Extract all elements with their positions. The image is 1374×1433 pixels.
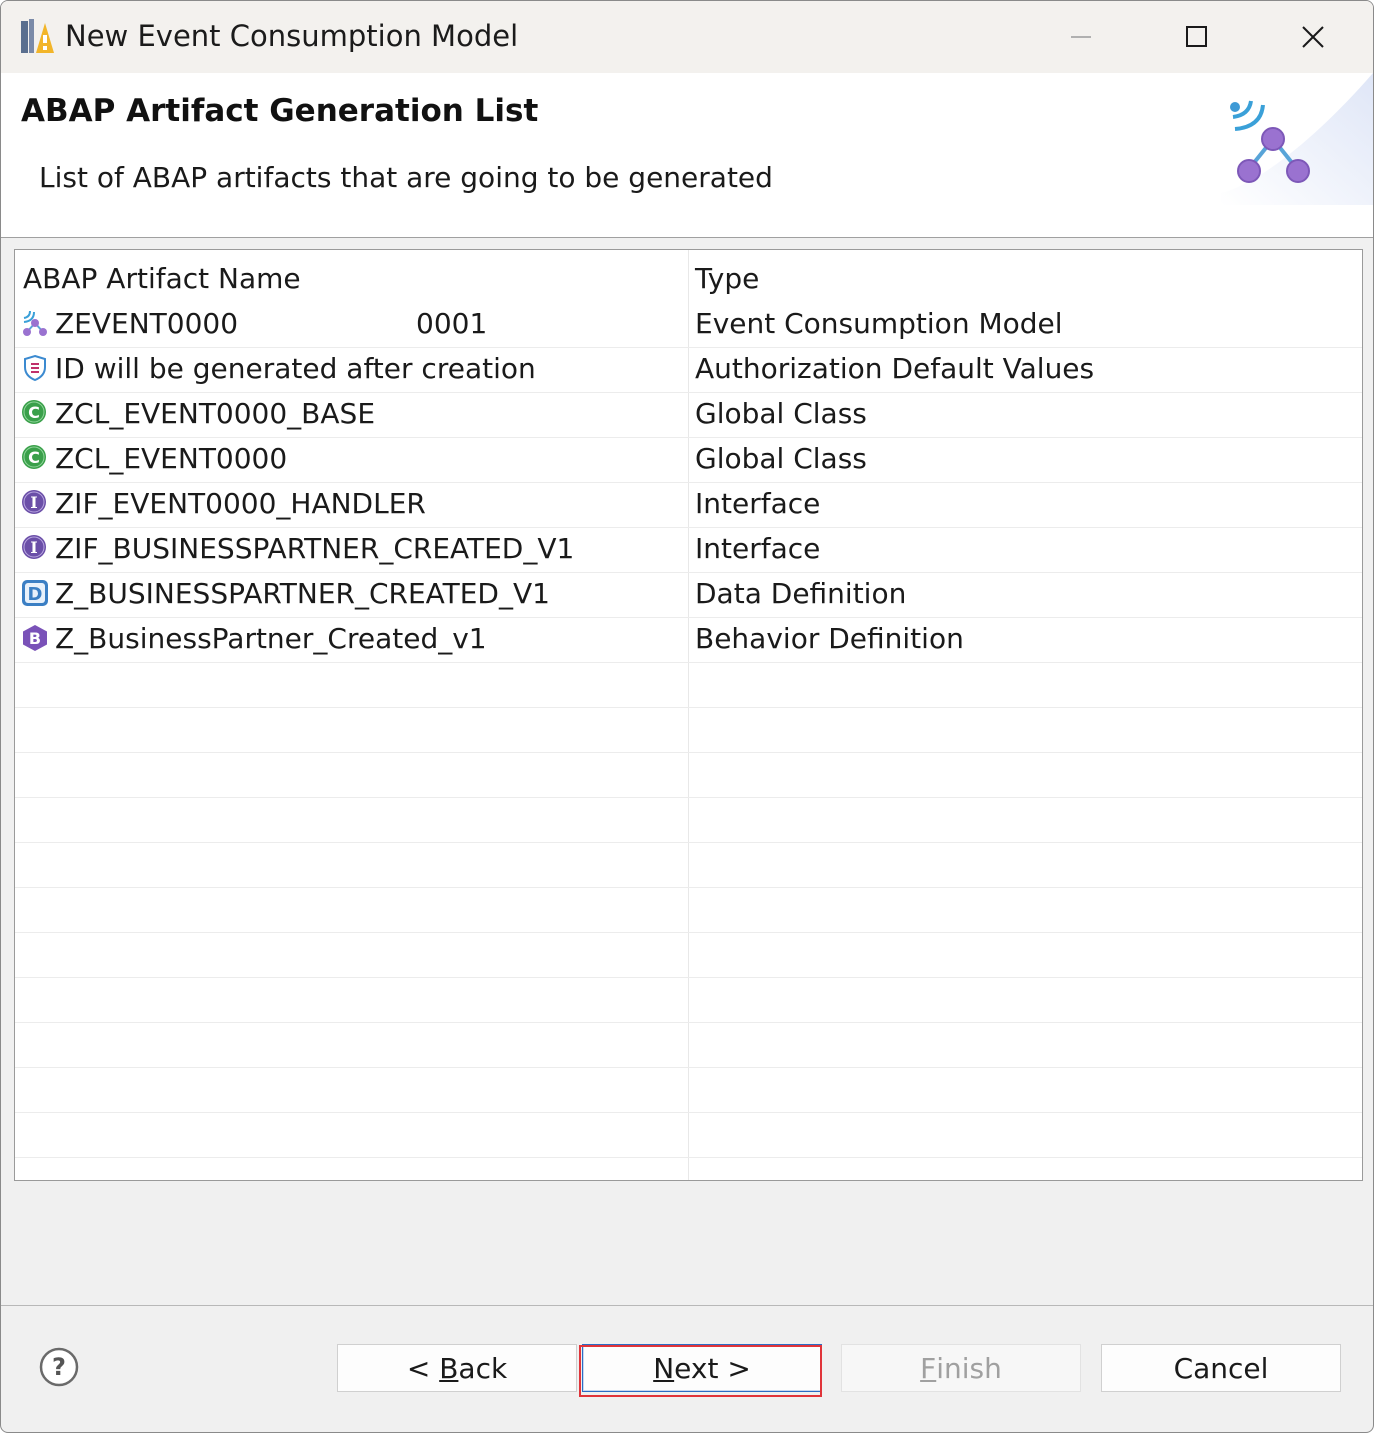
artifact-type: Authorization Default Values bbox=[695, 352, 1095, 385]
next-button-mnemonic: N bbox=[653, 1351, 675, 1385]
empty-row bbox=[15, 887, 1362, 933]
cancel-button[interactable]: Cancel bbox=[1101, 1344, 1341, 1392]
next-button-label: ext > bbox=[674, 1351, 751, 1385]
artifact-name: ZIF_EVENT0000_HANDLER bbox=[55, 487, 426, 520]
finish-button-label: inish bbox=[936, 1351, 1002, 1385]
back-button[interactable]: < Back bbox=[337, 1344, 577, 1392]
table-row[interactable]: C ZCL_EVENT0000_BASE Global Class bbox=[15, 392, 1362, 438]
svg-text:D: D bbox=[28, 584, 43, 605]
artifact-type: Global Class bbox=[695, 397, 867, 430]
event-network-icon bbox=[1221, 73, 1373, 205]
back-button-mnemonic: B bbox=[439, 1351, 459, 1385]
maximize-icon bbox=[1186, 26, 1207, 47]
empty-row bbox=[15, 797, 1362, 843]
artifact-type: Interface bbox=[695, 487, 821, 520]
interface-icon: I bbox=[22, 490, 46, 514]
empty-row bbox=[15, 1067, 1362, 1113]
minimize-button[interactable] bbox=[1023, 1, 1139, 73]
wizard-header: ABAP Artifact Generation List List of AB… bbox=[1, 73, 1373, 238]
column-header-name[interactable]: ABAP Artifact Name bbox=[23, 262, 301, 295]
artifact-name: ZEVENT0000 0001 bbox=[55, 307, 488, 340]
empty-row bbox=[15, 932, 1362, 978]
global-class-icon: C bbox=[22, 400, 46, 424]
empty-row bbox=[15, 752, 1362, 798]
svg-text:?: ? bbox=[52, 1353, 66, 1381]
page-description: List of ABAP artifacts that are going to… bbox=[39, 161, 773, 194]
artifact-table: ABAP Artifact Name Type ZEVENT0000 0001 … bbox=[14, 249, 1363, 1181]
eclipse-abap-icon bbox=[21, 19, 54, 53]
artifact-name: ZCL_EVENT0000 bbox=[55, 442, 288, 475]
svg-text:C: C bbox=[28, 403, 40, 422]
interface-icon: I bbox=[22, 535, 46, 559]
svg-text:I: I bbox=[30, 538, 37, 557]
close-button[interactable] bbox=[1255, 1, 1371, 73]
close-icon bbox=[1302, 26, 1324, 48]
title-bar: New Event Consumption Model bbox=[1, 1, 1373, 73]
artifact-type: Event Consumption Model bbox=[695, 307, 1063, 340]
finish-button-mnemonic: F bbox=[920, 1351, 937, 1385]
table-row[interactable]: B Z_BusinessPartner_Created_v1 Behavior … bbox=[15, 617, 1362, 663]
wizard-window: New Event Consumption Model ABAP Artifac… bbox=[0, 0, 1374, 1433]
table-row[interactable]: ZEVENT0000 0001 Event Consumption Model bbox=[15, 302, 1362, 348]
page-title: ABAP Artifact Generation List bbox=[21, 93, 539, 129]
table-row[interactable]: C ZCL_EVENT0000 Global Class bbox=[15, 437, 1362, 483]
column-header-type[interactable]: Type bbox=[695, 262, 759, 295]
authorization-shield-icon bbox=[24, 354, 46, 382]
artifact-name: Z_BUSINESSPARTNER_CREATED_V1 bbox=[55, 577, 550, 610]
empty-row bbox=[15, 707, 1362, 753]
back-button-prefix: < bbox=[406, 1351, 440, 1385]
artifact-type: Interface bbox=[695, 532, 821, 565]
empty-row bbox=[15, 977, 1362, 1023]
table-row[interactable]: I ZIF_EVENT0000_HANDLER Interface bbox=[15, 482, 1362, 528]
data-definition-icon: D bbox=[22, 580, 48, 606]
artifact-type: Global Class bbox=[695, 442, 867, 475]
window-title: New Event Consumption Model bbox=[65, 19, 519, 53]
footer-divider bbox=[1, 1305, 1373, 1306]
table-row[interactable]: ID will be generated after creation Auth… bbox=[15, 347, 1362, 393]
svg-text:B: B bbox=[29, 629, 41, 648]
artifact-name: ID will be generated after creation bbox=[55, 352, 536, 385]
empty-row bbox=[15, 1022, 1362, 1068]
artifact-name: Z_BusinessPartner_Created_v1 bbox=[55, 622, 487, 655]
minimize-icon bbox=[1071, 36, 1091, 38]
table-row[interactable]: D Z_BUSINESSPARTNER_CREATED_V1 Data Defi… bbox=[15, 572, 1362, 618]
artifact-type: Behavior Definition bbox=[695, 622, 964, 655]
empty-row bbox=[15, 1112, 1362, 1158]
back-button-label: ack bbox=[458, 1351, 508, 1385]
global-class-icon: C bbox=[22, 445, 46, 469]
table-row[interactable]: I ZIF_BUSINESSPARTNER_CREATED_V1 Interfa… bbox=[15, 527, 1362, 573]
next-button[interactable]: Next > bbox=[582, 1344, 822, 1392]
artifact-name: ZCL_EVENT0000_BASE bbox=[55, 397, 376, 430]
finish-button[interactable]: Finish bbox=[841, 1344, 1081, 1392]
svg-text:I: I bbox=[30, 493, 37, 512]
empty-row bbox=[15, 842, 1362, 888]
empty-row bbox=[15, 662, 1362, 708]
maximize-button[interactable] bbox=[1139, 1, 1255, 73]
behavior-definition-icon: B bbox=[23, 625, 47, 651]
svg-text:C: C bbox=[28, 448, 40, 467]
event-consumption-model-icon bbox=[23, 310, 47, 336]
artifact-type: Data Definition bbox=[695, 577, 907, 610]
help-icon[interactable]: ? bbox=[39, 1347, 79, 1387]
artifact-name: ZIF_BUSINESSPARTNER_CREATED_V1 bbox=[55, 532, 575, 565]
